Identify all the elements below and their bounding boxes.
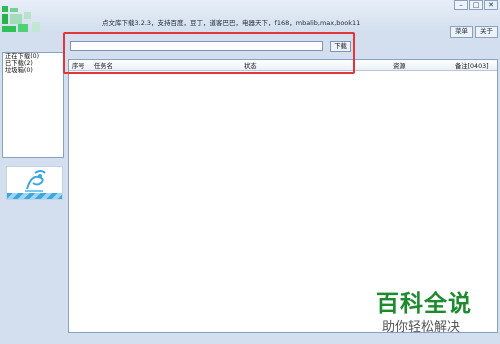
about-button[interactable]: 关于 [475,26,498,38]
menu-bar: 菜单 关于 [448,26,498,38]
column-header-resource[interactable]: 资源 [393,61,406,70]
column-header-index[interactable]: 序号 [72,61,85,70]
restore-button[interactable]: □ [469,0,483,10]
watermark-title: 百科全说 [376,291,472,317]
app-logo [2,6,46,34]
sidebar: 正在下载(0) 已下载(2) 垃圾箱(0) [2,52,64,158]
app-window: 点文库下载3.2.3，支持百度，豆丁，道客巴巴，电器天下，f168，mbalib… [0,0,500,344]
menu-button[interactable]: 菜单 [450,26,473,38]
window-controls: – □ ✕ [453,0,498,10]
minimize-button[interactable]: – [454,0,468,10]
column-header-status[interactable]: 状态 [244,61,257,70]
sidebar-item-downloaded[interactable]: 已下载(2) [3,60,63,67]
promo-banner[interactable] [6,166,63,200]
title-bar: 点文库下载3.2.3，支持百度，豆丁，道客巴巴，电器天下，f168，mbalib… [0,0,500,38]
watermark-subtitle: 助你轻松解决 [382,320,461,335]
close-icon: ✕ [488,1,494,9]
restore-icon: □ [472,1,480,9]
search-row: 下载 [68,40,498,56]
sidebar-item-downloading[interactable]: 正在下载(0) [3,53,63,60]
sidebar-item-trash[interactable]: 垃圾箱(0) [3,67,63,74]
minimize-icon: – [459,1,463,9]
download-button[interactable]: 下载 [330,41,351,52]
window-title: 点文库下载3.2.3，支持百度，豆丁，道客巴巴，电器天下，f168，mbalib… [102,19,361,27]
watermark: 百科全说 助你轻松解决 [368,284,496,338]
banner-stripe [7,193,62,199]
url-input[interactable] [70,41,323,51]
close-button[interactable]: ✕ [484,0,498,10]
mascot-icon [25,170,46,192]
table-header: 序号 任务名 状态 资源 备注[0403] [69,60,497,71]
column-header-task-name[interactable]: 任务名 [94,61,113,70]
column-header-note[interactable]: 备注[0403] [455,61,489,70]
